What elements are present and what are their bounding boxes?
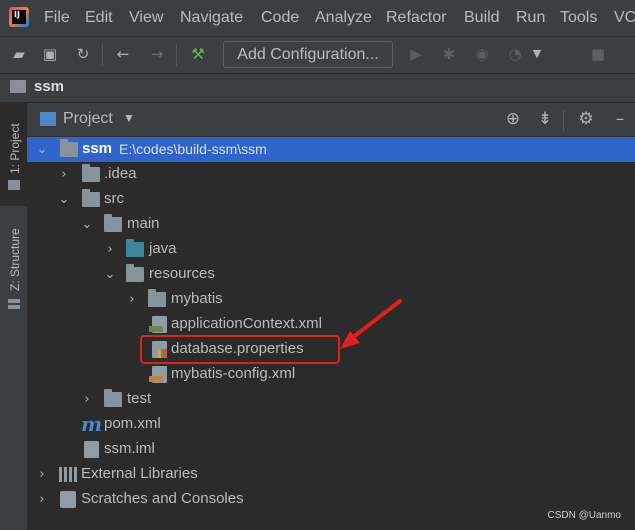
tree-node-label: main — [127, 215, 160, 232]
menu-file[interactable]: File — [44, 9, 70, 27]
menu-vcs[interactable]: VC — [614, 9, 635, 27]
folder-icon — [82, 164, 100, 182]
build-hammer-icon[interactable]: ⚒ — [188, 44, 208, 64]
intellij-logo-icon: IJ — [9, 7, 29, 27]
run-icon[interactable]: ▶ — [406, 44, 426, 64]
tree-node-label: mybatis — [171, 290, 223, 307]
chevron-down-icon[interactable]: ▼ — [123, 111, 135, 125]
project-tool-tab[interactable]: 1: Project — [8, 123, 22, 174]
iml-file-icon — [84, 441, 99, 458]
module-path: E:\codes\build-ssm\ssm — [119, 141, 267, 157]
tree-node-scratches[interactable]: › Scratches and Consoles — [27, 487, 635, 512]
scratches-icon — [60, 491, 76, 508]
module-folder-icon — [60, 139, 78, 157]
sync-icon[interactable]: ↻ — [73, 44, 93, 64]
annotation-arrow-icon — [340, 299, 402, 349]
chevron-down-icon[interactable]: ⌄ — [81, 215, 93, 234]
tree-node-mybatis-config[interactable]: mybatis-config.xml — [27, 362, 635, 387]
tree-node-ssm-iml[interactable]: ssm.iml — [27, 437, 635, 462]
locate-file-icon[interactable]: ⊕ — [502, 108, 524, 130]
structure-tab-icon — [8, 297, 20, 309]
stop-icon[interactable]: ■ — [588, 44, 608, 64]
navigation-bar — [0, 73, 635, 103]
menu-edit[interactable]: Edit — [85, 9, 113, 27]
maven-icon: m — [81, 412, 103, 436]
menu-analyze[interactable]: Analyze — [315, 9, 372, 27]
project-view-dropdown[interactable]: Project — [63, 110, 113, 128]
annotation-highlight-box — [140, 335, 340, 364]
forward-arrow-icon[interactable]: → — [147, 44, 167, 64]
header-separator — [563, 110, 564, 132]
tree-node-pom[interactable]: m pom.xml — [27, 412, 635, 437]
tree-node-label: mybatis-config.xml — [171, 365, 296, 382]
tree-node-label: ssm — [82, 140, 113, 157]
tree-node-ssm-root[interactable]: ⌄ ssm E:\codes\build-ssm\ssm — [27, 137, 635, 162]
chevron-right-icon[interactable]: › — [81, 390, 93, 409]
tree-node-label: src — [104, 190, 124, 207]
toolbar-separator — [176, 44, 177, 66]
tree-node-java[interactable]: › java — [27, 237, 635, 262]
xml-file-icon — [149, 366, 167, 383]
resources-folder-icon — [126, 264, 144, 282]
tree-node-test[interactable]: › test — [27, 387, 635, 412]
tree-node-label: resources — [149, 265, 215, 282]
tree-node-main[interactable]: ⌄ main — [27, 212, 635, 237]
chevron-right-icon[interactable]: › — [58, 165, 70, 184]
debug-icon[interactable]: ✱ — [439, 44, 459, 64]
project-view-icon — [40, 112, 56, 126]
profile-icon[interactable]: ◔ — [505, 44, 525, 64]
structure-tool-tab[interactable]: Z: Structure — [8, 228, 22, 291]
watermark: CSDN @Uanmo — [547, 510, 621, 521]
chevron-down-icon[interactable]: ⌄ — [36, 140, 48, 159]
folder-icon — [104, 214, 122, 232]
tree-node-resources[interactable]: ⌄ resources — [27, 262, 635, 287]
tree-node-label: Scratches and Consoles — [81, 490, 244, 507]
tree-node-external-libraries[interactable]: › External Libraries — [27, 462, 635, 487]
tree-node-label: .idea — [104, 165, 137, 182]
chevron-right-icon[interactable]: › — [104, 240, 116, 259]
chevron-right-icon[interactable]: › — [36, 490, 48, 509]
menu-run[interactable]: Run — [516, 9, 545, 27]
collapse-all-icon[interactable]: ⇟ — [534, 108, 556, 130]
chevron-down-icon[interactable]: ⌄ — [58, 190, 70, 209]
menu-navigate[interactable]: Navigate — [180, 9, 243, 27]
menu-tools[interactable]: Tools — [560, 9, 597, 27]
chevron-down-icon[interactable]: ⌄ — [104, 265, 116, 284]
hide-panel-icon[interactable]: – — [609, 108, 631, 130]
tree-node-label: applicationContext.xml — [171, 315, 322, 332]
breadcrumb[interactable]: ssm — [34, 78, 64, 95]
module-folder-icon — [10, 80, 26, 93]
chevron-down-icon[interactable]: ▼ — [527, 44, 547, 64]
menu-code[interactable]: Code — [261, 9, 299, 27]
gear-icon[interactable]: ⚙ — [575, 108, 597, 130]
tree-node-label: External Libraries — [81, 465, 198, 482]
tree-node-idea[interactable]: › .idea — [27, 162, 635, 187]
menu-refactor[interactable]: Refactor — [386, 9, 446, 27]
libraries-icon — [59, 467, 77, 482]
chevron-right-icon[interactable]: › — [36, 465, 48, 484]
tree-node-label: ssm.iml — [104, 440, 155, 457]
chevron-right-icon[interactable]: › — [126, 290, 138, 309]
project-tab-icon — [8, 180, 20, 190]
folder-icon — [148, 289, 166, 307]
folder-icon — [82, 189, 100, 207]
folder-icon — [104, 389, 122, 407]
save-icon[interactable]: ▣ — [40, 44, 60, 64]
tree-node-label: pom.xml — [104, 415, 161, 432]
menu-build[interactable]: Build — [464, 9, 500, 27]
toolbar-separator — [102, 44, 103, 66]
coverage-icon[interactable]: ◉ — [472, 44, 492, 64]
tree-node-label: test — [127, 390, 152, 407]
tree-node-label: java — [149, 240, 177, 257]
source-folder-icon — [126, 239, 144, 257]
spring-xml-file-icon — [149, 316, 167, 333]
menu-view[interactable]: View — [129, 9, 163, 27]
add-configuration-button[interactable]: Add Configuration... — [223, 41, 393, 68]
tree-node-src[interactable]: ⌄ src — [27, 187, 635, 212]
open-folder-icon[interactable]: ▰ — [9, 44, 29, 64]
back-arrow-icon[interactable]: ← — [113, 44, 133, 64]
